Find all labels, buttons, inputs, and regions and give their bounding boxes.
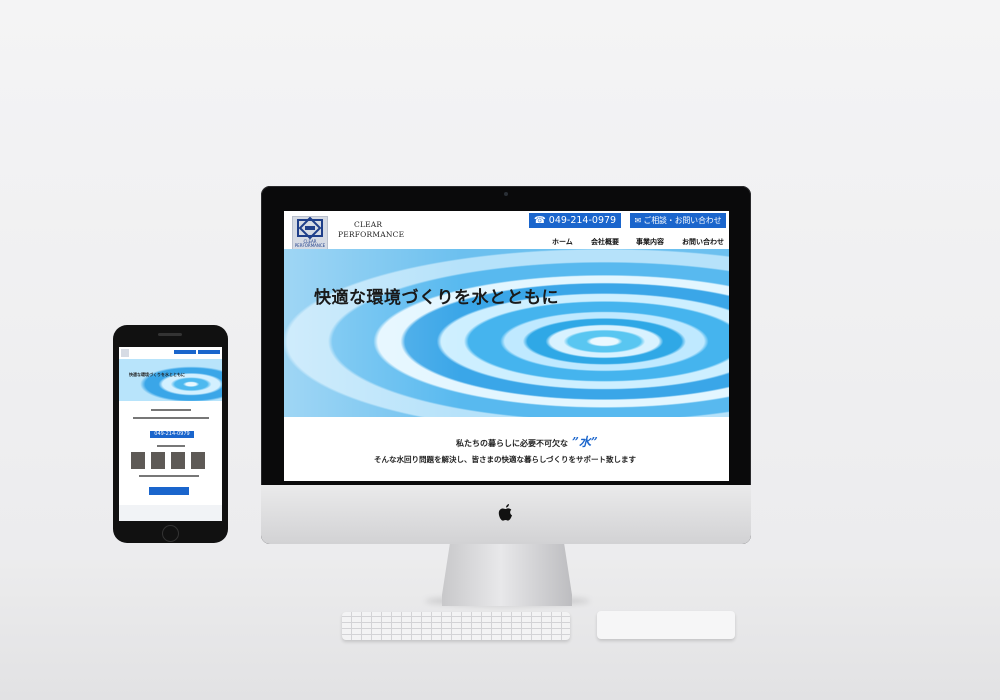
imac-monitor: CLEAR PERFORMANCE CLEAR PERFORMANCE ☎ 049…: [261, 186, 751, 544]
home-button-icon[interactable]: [162, 525, 179, 542]
mobile-contact-button[interactable]: [198, 350, 220, 354]
camera-icon: [504, 192, 508, 196]
phone-icon: ☎: [533, 215, 546, 226]
imac-chin: [261, 485, 751, 544]
desktop-webpage: CLEAR PERFORMANCE CLEAR PERFORMANCE ☎ 049…: [284, 211, 729, 481]
mobile-service-thumb[interactable]: [171, 452, 185, 469]
site-logo[interactable]: CLEAR PERFORMANCE: [292, 216, 328, 250]
mobile-hero-title: 快適な環境づくりを水とともに: [129, 372, 185, 377]
mobile-service-thumb[interactable]: [151, 452, 165, 469]
mobile-hero-image: [119, 359, 222, 401]
nav-item-home[interactable]: ホーム: [552, 237, 573, 247]
mobile-service-thumb[interactable]: [191, 452, 205, 469]
hero-water-image: [284, 249, 729, 417]
mobile-text-line: [139, 475, 199, 477]
imac-stand: [442, 544, 572, 606]
apple-logo-icon: [498, 504, 512, 521]
mobile-tel-banner[interactable]: 049-214-0979: [150, 431, 194, 438]
nav-item-contact[interactable]: お問い合わせ: [682, 237, 724, 247]
mobile-phone-button[interactable]: [174, 350, 196, 354]
phone-speaker: [158, 333, 182, 336]
mobile-service-thumb[interactable]: [131, 452, 145, 469]
keyboard: [342, 612, 570, 640]
mobile-text-line: [151, 409, 191, 411]
hero-title: 快適な環境づくりを水とともに: [314, 288, 559, 308]
nav-item-company[interactable]: 会社概要: [591, 237, 619, 247]
logo-caption: CLEAR PERFORMANCE: [294, 239, 326, 248]
trackpad: [597, 611, 735, 639]
logo-emblem-icon: [297, 216, 323, 240]
intro-line-2: そんな水回り問題を解決し、皆さまの快適な暮らしづくりをサポート致します: [374, 455, 637, 464]
mobile-text-line: [157, 445, 185, 447]
smartphone: 快適な環境づくりを水とともに 049-214-0979: [113, 325, 228, 543]
intro-emphasis: ”水”: [572, 435, 598, 449]
intro-line-1: 私たちの暮らしに必要不可欠な ”水”: [456, 435, 598, 449]
site-brand-name: CLEAR PERFORMANCE: [338, 220, 405, 239]
mail-icon: ✉: [634, 216, 642, 225]
mobile-text-line: [133, 417, 209, 419]
contact-button[interactable]: ✉ ご相談・お問い合わせ: [630, 213, 726, 228]
mobile-contact-block[interactable]: [149, 487, 189, 495]
mobile-footer: [119, 505, 222, 521]
mobile-logo[interactable]: [121, 349, 129, 357]
phone-button[interactable]: ☎ 049-214-0979: [529, 213, 621, 228]
nav-item-services[interactable]: 事業内容: [636, 237, 664, 247]
mobile-webpage: 快適な環境づくりを水とともに 049-214-0979: [119, 347, 222, 521]
